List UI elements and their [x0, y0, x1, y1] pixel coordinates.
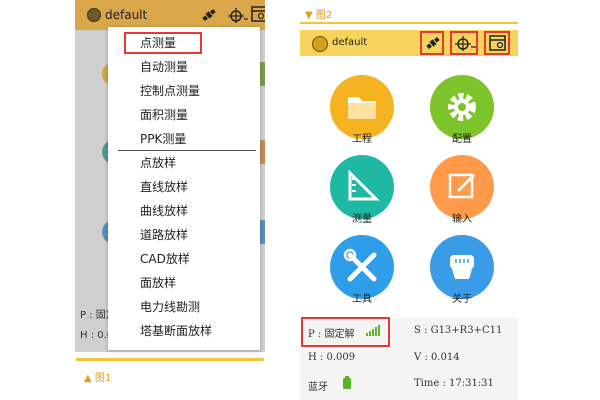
menu-item-auto-measure[interactable]: 自动测量 — [108, 55, 260, 79]
menu-item-point-stakeout[interactable]: 点放样 — [108, 151, 260, 175]
menu-item-curve-stakeout[interactable]: 曲线放样 — [108, 199, 260, 223]
settings-window-icon[interactable] — [489, 34, 507, 52]
app-title: default — [105, 8, 148, 22]
satellite-count: S : G13+R3+C11 — [414, 325, 503, 336]
right-topbar: default — [300, 30, 518, 56]
menu-item-powerline-survey[interactable]: 电力线勘测 — [108, 295, 260, 319]
signal-bars-icon — [366, 325, 380, 336]
left-topbar: default — [75, 0, 265, 30]
crosshair-icon[interactable] — [453, 34, 477, 52]
time-readout: Time : 17:31:31 — [414, 378, 494, 389]
tile-label-input: 输入 — [452, 214, 472, 225]
tile-label-tools: 工具 — [352, 294, 372, 305]
settings-window-icon[interactable] — [251, 5, 265, 23]
measure-dropdown-menu: 点测量 自动测量 控制点测量 面积测量 PPK测量 点放样 直线放样 曲线放样 … — [108, 27, 260, 350]
satellite-icon[interactable] — [200, 6, 218, 24]
menu-item-cad-stakeout[interactable]: CAD放样 — [108, 247, 260, 271]
menu-item-control-point[interactable]: 控制点测量 — [108, 79, 260, 103]
satellite-icon[interactable] — [424, 34, 442, 52]
crosshair-icon[interactable] — [227, 6, 249, 24]
right-caption-bar — [300, 22, 518, 24]
menu-item-road-stakeout[interactable]: 道路放样 — [108, 223, 260, 247]
left-caption-bar — [76, 358, 264, 361]
menu-item-surface-stakeout[interactable]: 面放样 — [108, 271, 260, 295]
tile-label-measure: 测量 — [352, 214, 372, 225]
tile-label-about: 关于 — [452, 294, 472, 305]
menu-item-ppk-measure[interactable]: PPK测量 — [108, 127, 260, 151]
menu-item-line-stakeout[interactable]: 直线放样 — [108, 175, 260, 199]
highlight-box — [124, 32, 202, 54]
menu-item-area-measure[interactable]: 面积测量 — [108, 103, 260, 127]
app-logo-icon — [312, 36, 328, 52]
app-title: default — [332, 37, 368, 48]
battery-icon — [343, 376, 351, 389]
tile-label-project: 工程 — [352, 134, 372, 145]
fix-status: P : 固定解 — [308, 329, 355, 340]
menu-item-tower-section[interactable]: 塔基断面放样 — [108, 319, 260, 343]
tile-label-config: 配置 — [452, 134, 472, 145]
v-precision: V : 0.014 — [414, 352, 460, 363]
h-precision: H : 0.009 — [308, 352, 356, 363]
figure-caption-left: ▲ 图1 — [84, 373, 112, 384]
figure-caption-right: ▼ 图2 — [305, 10, 333, 21]
app-logo-icon — [87, 8, 101, 22]
bluetooth-label: 蓝牙 — [308, 382, 328, 393]
